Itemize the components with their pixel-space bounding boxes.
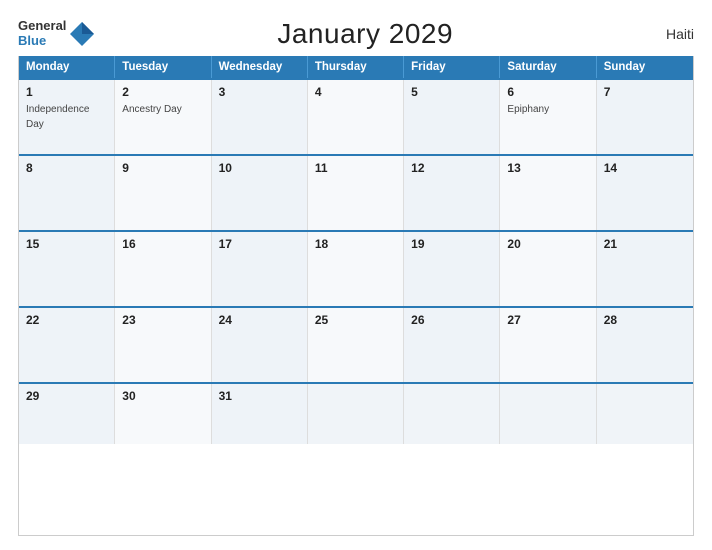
day-number: 3 xyxy=(219,85,300,99)
day-number: 19 xyxy=(411,237,492,251)
cal-cell-2: 2 Ancestry Day xyxy=(115,80,211,154)
day-number: 22 xyxy=(26,313,107,327)
cal-cell-9: 9 xyxy=(115,156,211,230)
cal-cell-4: 4 xyxy=(308,80,404,154)
cal-cell-16: 16 xyxy=(115,232,211,306)
day-header-thursday: Thursday xyxy=(308,56,404,78)
cal-cell-3: 3 xyxy=(212,80,308,154)
day-number: 15 xyxy=(26,237,107,251)
calendar-page: General Blue January 2029 Haiti MondayTu… xyxy=(0,0,712,550)
cal-cell-23: 23 xyxy=(115,308,211,382)
calendar-week-1: 1 Independence Day 2 Ancestry Day 3 4 5 6 Epipha… xyxy=(19,78,693,154)
cal-cell-25: 25 xyxy=(308,308,404,382)
day-number: 23 xyxy=(122,313,203,327)
cal-cell-5: 5 xyxy=(404,80,500,154)
calendar-title: January 2029 xyxy=(96,18,634,50)
cal-cell-18: 18 xyxy=(308,232,404,306)
logo-general-text: General xyxy=(18,19,66,34)
day-number: 24 xyxy=(219,313,300,327)
day-number: 6 xyxy=(507,85,588,99)
calendar-week-4: 22 23 24 25 26 27 28 xyxy=(19,306,693,382)
day-number: 28 xyxy=(604,313,686,327)
day-number: 25 xyxy=(315,313,396,327)
cal-cell-27: 27 xyxy=(500,308,596,382)
cal-cell-28: 28 xyxy=(597,308,693,382)
cal-cell-19: 19 xyxy=(404,232,500,306)
day-number: 8 xyxy=(26,161,107,175)
day-number: 5 xyxy=(411,85,492,99)
cal-cell-1: 1 Independence Day xyxy=(19,80,115,154)
day-number: 26 xyxy=(411,313,492,327)
cal-cell-15: 15 xyxy=(19,232,115,306)
country-label: Haiti xyxy=(634,26,694,42)
cal-cell-17: 17 xyxy=(212,232,308,306)
cal-cell-8: 8 xyxy=(19,156,115,230)
header: General Blue January 2029 Haiti xyxy=(18,18,694,50)
calendar-week-5: 29 30 31 xyxy=(19,382,693,444)
day-number: 20 xyxy=(507,237,588,251)
day-number: 11 xyxy=(315,161,396,175)
day-number: 18 xyxy=(315,237,396,251)
cal-cell-10: 10 xyxy=(212,156,308,230)
calendar-grid: MondayTuesdayWednesdayThursdayFridaySatu… xyxy=(18,56,694,536)
day-number: 30 xyxy=(122,389,203,403)
day-number: 12 xyxy=(411,161,492,175)
day-number: 21 xyxy=(604,237,686,251)
logo-blue-text: Blue xyxy=(18,34,66,49)
day-event: Epiphany xyxy=(507,104,549,115)
cal-cell-24: 24 xyxy=(212,308,308,382)
day-header-saturday: Saturday xyxy=(500,56,596,78)
calendar-week-2: 8 9 10 11 12 13 14 xyxy=(19,154,693,230)
day-number: 17 xyxy=(219,237,300,251)
day-event: Ancestry Day xyxy=(122,104,181,115)
day-header-monday: Monday xyxy=(19,56,115,78)
day-header-wednesday: Wednesday xyxy=(212,56,308,78)
day-number: 13 xyxy=(507,161,588,175)
cal-cell-12: 12 xyxy=(404,156,500,230)
day-number: 10 xyxy=(219,161,300,175)
cal-cell-31: 31 xyxy=(212,384,308,444)
cal-cell-14: 14 xyxy=(597,156,693,230)
logo-text: General Blue xyxy=(18,19,66,49)
cal-cell-26: 26 xyxy=(404,308,500,382)
day-number: 14 xyxy=(604,161,686,175)
day-number: 27 xyxy=(507,313,588,327)
day-number: 4 xyxy=(315,85,396,99)
logo: General Blue xyxy=(18,19,96,49)
cal-cell-22: 22 xyxy=(19,308,115,382)
day-number: 29 xyxy=(26,389,107,403)
calendar-header-row: MondayTuesdayWednesdayThursdayFridaySatu… xyxy=(19,56,693,78)
cal-cell-29: 29 xyxy=(19,384,115,444)
day-header-sunday: Sunday xyxy=(597,56,693,78)
day-number: 1 xyxy=(26,85,107,99)
day-number: 9 xyxy=(122,161,203,175)
cal-cell-13: 13 xyxy=(500,156,596,230)
cal-cell-20: 20 xyxy=(500,232,596,306)
cal-cell-30: 30 xyxy=(115,384,211,444)
cal-cell-empty-4 xyxy=(404,384,500,444)
cal-cell-empty-3 xyxy=(308,384,404,444)
day-header-tuesday: Tuesday xyxy=(115,56,211,78)
cal-cell-11: 11 xyxy=(308,156,404,230)
cal-cell-7: 7 xyxy=(597,80,693,154)
cal-cell-empty-6 xyxy=(597,384,693,444)
day-event: Independence Day xyxy=(26,104,89,130)
day-number: 2 xyxy=(122,85,203,99)
cal-cell-empty-5 xyxy=(500,384,596,444)
calendar-week-3: 15 16 17 18 19 20 21 xyxy=(19,230,693,306)
calendar-body: 1 Independence Day 2 Ancestry Day 3 4 5 6 Epipha… xyxy=(19,78,693,444)
day-number: 31 xyxy=(219,389,300,403)
day-number: 7 xyxy=(604,85,686,99)
day-header-friday: Friday xyxy=(404,56,500,78)
cal-cell-21: 21 xyxy=(597,232,693,306)
cal-cell-6: 6 Epiphany xyxy=(500,80,596,154)
day-number: 16 xyxy=(122,237,203,251)
logo-flag-icon xyxy=(68,20,96,48)
